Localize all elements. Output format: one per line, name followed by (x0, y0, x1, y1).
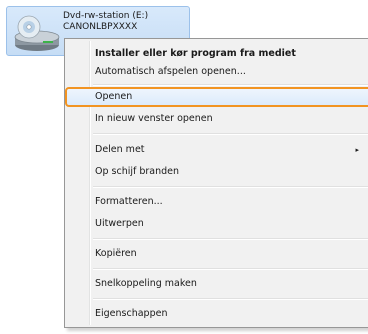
menu-item-open-new-window[interactable]: In nieuw venster openen (91, 110, 368, 128)
menu-gutter-divider (89, 41, 90, 325)
menu-item-share-with[interactable]: Delen met ▸ (91, 141, 368, 159)
menu-item-open[interactable]: Openen (91, 88, 368, 106)
menu-separator (93, 298, 368, 300)
menu-item-burn[interactable]: Op schijf branden (91, 163, 368, 181)
menu-separator (93, 84, 368, 86)
menu-item-label: Op schijf branden (95, 166, 180, 177)
menu-item-create-shortcut[interactable]: Snelkoppeling maken (91, 275, 368, 293)
menu-item-label: Eigenschappen (95, 308, 168, 319)
menu-separator (93, 268, 368, 270)
menu-separator (93, 238, 368, 240)
menu-separator (93, 186, 368, 188)
menu-item-install-run[interactable]: Installer eller kør program fra mediet (91, 45, 368, 63)
context-menu: Installer eller kør program fra mediet A… (64, 38, 368, 328)
menu-item-label: Snelkoppeling maken (95, 278, 197, 289)
menu-item-eject[interactable]: Uitwerpen (91, 215, 368, 233)
drive-label: CANONLBPXXXX (63, 22, 138, 32)
submenu-arrow-icon: ▸ (355, 146, 359, 154)
menu-item-properties[interactable]: Eigenschappen (91, 305, 368, 323)
menu-item-label: In nieuw venster openen (95, 113, 213, 124)
menu-item-autoplay[interactable]: Automatisch afspelen openen... (91, 63, 368, 81)
menu-item-label: Kopiëren (95, 248, 137, 259)
menu-item-label: Automatisch afspelen openen... (95, 66, 246, 77)
menu-item-copy[interactable]: Kopiëren (91, 245, 368, 263)
menu-item-label: Installer eller kør program fra mediet (95, 48, 296, 59)
menu-item-label: Delen met (95, 144, 145, 155)
menu-separator (93, 133, 368, 135)
menu-item-label: Openen (95, 91, 133, 102)
dvd-drive-icon (14, 15, 60, 51)
menu-item-label: Uitwerpen (95, 218, 144, 229)
menu-item-format[interactable]: Formatteren... (91, 193, 368, 211)
menu-item-label: Formatteren... (95, 196, 163, 207)
drive-name: Dvd-rw-station (E:) (63, 11, 149, 21)
